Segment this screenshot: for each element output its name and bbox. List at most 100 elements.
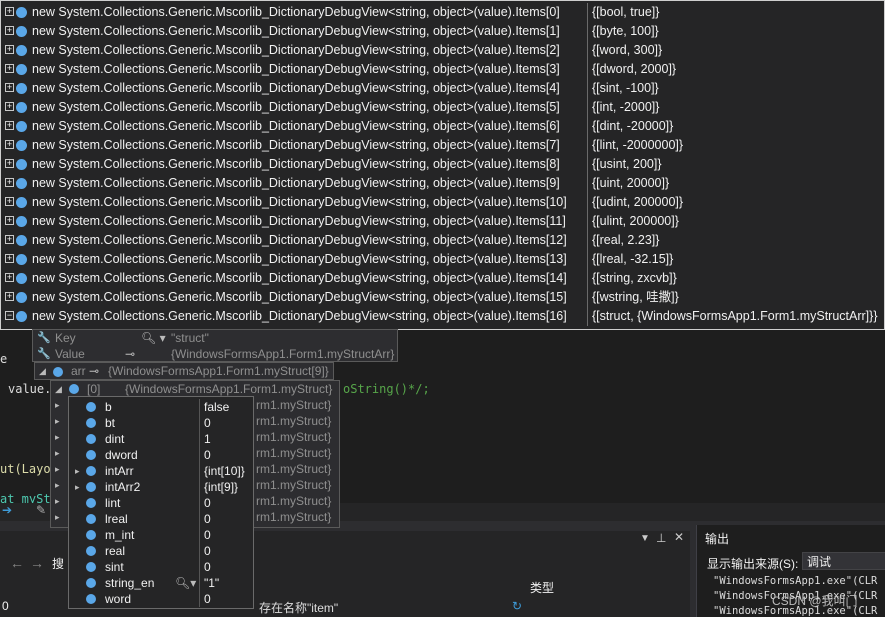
datatip-row[interactable]: + new System.Collections.Generic.Mscorlib… [1, 155, 884, 174]
expand-arrow-icon[interactable]: ▸ [75, 479, 80, 495]
pin-icon[interactable]: ⊥ [656, 531, 666, 545]
close-icon[interactable]: ✕ [674, 530, 684, 544]
field-row[interactable]: b false [69, 399, 253, 415]
key-row[interactable]: 🔧 Key 🔍︎ ▾ "struct" [33, 330, 397, 346]
expand-arrow-icon[interactable]: ▸ [55, 477, 60, 493]
type-column-header[interactable]: 类型 [530, 579, 554, 596]
expand-arrow-icon[interactable]: ◢ [55, 381, 62, 397]
expand-arrow-icon[interactable]: ▸ [55, 461, 60, 477]
datatip-row[interactable]: + new System.Collections.Generic.Mscorlib… [1, 117, 884, 136]
pin-icon[interactable]: ⊸ [89, 363, 99, 379]
expand-icon[interactable]: + [5, 26, 14, 35]
item-expression: new System.Collections.Generic.Mscorlib_… [32, 290, 567, 304]
column-separator [199, 543, 200, 559]
magnifier-icon[interactable]: 🔍︎▾ [175, 575, 196, 591]
field-name: sint [105, 560, 124, 574]
expand-icon[interactable]: + [5, 216, 14, 225]
expand-icon[interactable]: + [5, 292, 14, 301]
expand-icon[interactable]: + [5, 64, 14, 73]
column-separator [199, 495, 200, 511]
expand-arrow-icon[interactable]: ▸ [55, 445, 60, 461]
refresh-icon[interactable]: ↻ [512, 599, 522, 613]
field-row[interactable]: sint 0 [69, 559, 253, 575]
datatip-row[interactable]: + new System.Collections.Generic.Mscorlib… [1, 136, 884, 155]
field-row[interactable]: lint 0 [69, 495, 253, 511]
field-row[interactable]: lreal 0 [69, 511, 253, 527]
magnifier-icon[interactable]: 🔍︎ ▾ [141, 330, 166, 346]
expand-icon[interactable]: + [5, 121, 14, 130]
item-expression: new System.Collections.Generic.Mscorlib_… [32, 309, 567, 323]
datatip-row[interactable]: + new System.Collections.Generic.Mscorlib… [1, 3, 884, 22]
datatip-row[interactable]: + new System.Collections.Generic.Mscorlib… [1, 60, 884, 79]
key-value: "struct" [171, 331, 209, 345]
field-value: 0 [204, 416, 211, 430]
field-name: word [105, 592, 132, 606]
expand-arrow-icon[interactable]: ▸ [55, 429, 60, 445]
field-row[interactable]: dint 1 [69, 431, 253, 447]
expand-icon[interactable]: + [5, 7, 14, 16]
field-icon [16, 102, 27, 113]
expand-icon[interactable]: + [5, 235, 14, 244]
datatip-row[interactable]: + new System.Collections.Generic.Mscorlib… [1, 22, 884, 41]
expand-icon[interactable]: + [5, 159, 14, 168]
datatip-row[interactable]: + new System.Collections.Generic.Mscorlib… [1, 174, 884, 193]
field-icon [16, 45, 27, 56]
column-separator [587, 79, 588, 98]
datatip-row[interactable]: − new System.Collections.Generic.Mscorlib… [1, 307, 884, 326]
value-row[interactable]: 🔧 Value ⊸ {WindowsFormsApp1.Form1.myStru… [33, 346, 397, 362]
expand-arrow-icon[interactable]: ▸ [55, 397, 60, 413]
field-row[interactable]: m_int 0 [69, 527, 253, 543]
chevron-down-icon[interactable]: ▼ [640, 533, 650, 544]
field-row[interactable]: real 0 [69, 543, 253, 559]
expand-icon[interactable]: + [5, 273, 14, 282]
expand-arrow-icon[interactable]: ▸ [55, 493, 60, 509]
field-row[interactable]: bt 0 [69, 415, 253, 431]
element-row[interactable]: ◢ [0] {WindowsFormsApp1.Form1.myStruct} [51, 381, 339, 397]
expand-icon[interactable]: + [5, 140, 14, 149]
field-row[interactable]: dword 0 [69, 447, 253, 463]
datatip-row[interactable]: + new System.Collections.Generic.Mscorlib… [1, 79, 884, 98]
expand-icon[interactable]: + [5, 45, 14, 54]
datatip-row[interactable]: + new System.Collections.Generic.Mscorlib… [1, 250, 884, 269]
output-source-select[interactable]: 调试 [802, 552, 885, 570]
expand-arrow-icon[interactable]: ◢ [39, 363, 46, 379]
field-row[interactable]: string_en 🔍︎▾ "1" [69, 575, 253, 591]
datatip-row[interactable]: + new System.Collections.Generic.Mscorlib… [1, 41, 884, 60]
datatip-row[interactable]: + new System.Collections.Generic.Mscorlib… [1, 288, 884, 307]
back-arrow-icon[interactable]: ← [10, 555, 24, 571]
pin-icon[interactable]: ✎ [36, 503, 46, 517]
left-value: 0 [2, 599, 9, 613]
expand-icon[interactable]: + [5, 178, 14, 187]
field-row[interactable]: ▸ intArr2 {int[9]} [69, 479, 253, 495]
column-separator [199, 559, 200, 575]
arr-datatip[interactable]: ◢ arr ⊸ {WindowsFormsApp1.Form1.myStruct… [34, 362, 334, 380]
datatip-row[interactable]: + new System.Collections.Generic.Mscorlib… [1, 193, 884, 212]
element-value: rm1.myStruct} [256, 398, 332, 412]
expand-icon[interactable]: + [5, 102, 14, 111]
forward-arrow-icon[interactable]: → [30, 555, 44, 571]
column-separator [587, 250, 588, 269]
expand-arrow-icon[interactable]: ▸ [55, 413, 60, 429]
datatip-row[interactable]: + new System.Collections.Generic.Mscorlib… [1, 231, 884, 250]
element-value: {WindowsFormsApp1.Form1.myStruct} [125, 382, 333, 396]
field-icon [86, 514, 96, 524]
arrow-icon[interactable]: ➔ [2, 503, 12, 517]
field-row[interactable]: ▸ intArr {int[10]} [69, 463, 253, 479]
expand-icon[interactable]: + [5, 254, 14, 263]
pin-icon[interactable]: ⊸ [125, 346, 135, 362]
datatip-row[interactable]: + new System.Collections.Generic.Mscorlib… [1, 269, 884, 288]
expand-arrow-icon[interactable]: ▸ [55, 509, 60, 525]
datatip-row[interactable]: + new System.Collections.Generic.Mscorlib… [1, 98, 884, 117]
item-expression: new System.Collections.Generic.Mscorlib_… [32, 5, 560, 19]
item-expression: new System.Collections.Generic.Mscorlib_… [32, 100, 560, 114]
field-icon [16, 273, 27, 284]
field-icon [16, 64, 27, 75]
field-row[interactable]: word 0 [69, 591, 253, 607]
collapse-icon[interactable]: − [5, 311, 14, 320]
column-separator [587, 136, 588, 155]
expand-arrow-icon[interactable]: ▸ [75, 463, 80, 479]
datatip-row[interactable]: + new System.Collections.Generic.Mscorlib… [1, 212, 884, 231]
expand-icon[interactable]: + [5, 197, 14, 206]
expand-icon[interactable]: + [5, 83, 14, 92]
field-icon [86, 578, 96, 588]
